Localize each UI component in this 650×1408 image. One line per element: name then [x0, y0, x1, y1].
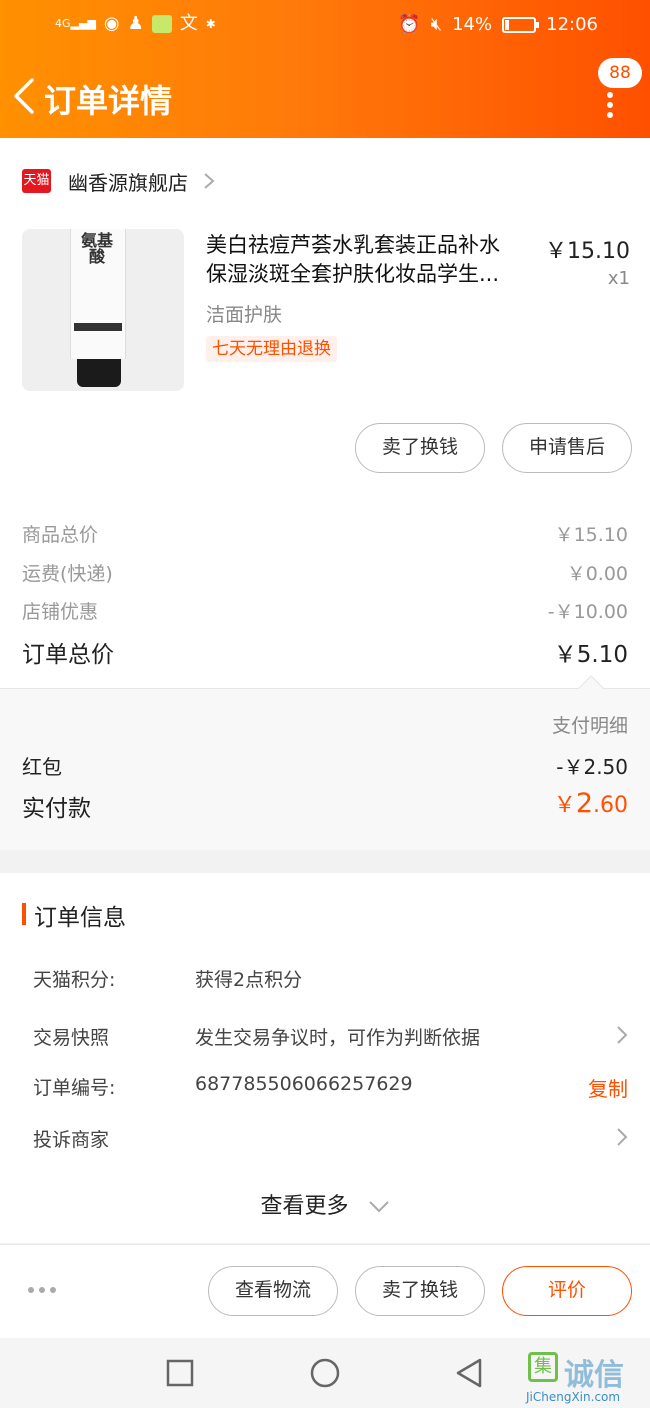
order-number-label: 订单编号: [33, 1077, 116, 1099]
product-title-line1: 美白祛痘芦荟水乳套装正品补水 [206, 233, 500, 257]
shop-link[interactable]: 天猫 幽香源旗舰店 [22, 166, 216, 196]
order-total-label: 订单总价 [22, 642, 114, 668]
red-packet-row: 红包 -￥2.50 [22, 751, 628, 780]
review-button[interactable]: 评价 [502, 1266, 632, 1316]
payment-details-box: 支付明细 红包 -￥2.50 实付款 ￥2.60 [0, 675, 650, 850]
bug-icon: ✱ [205, 17, 216, 31]
price-row-subtotal: 商品总价 ￥15.10 [22, 520, 628, 550]
price-row-shipping: 运费(快递) ￥0.00 [22, 559, 628, 589]
red-packet-value: -￥2.50 [556, 755, 628, 779]
home-icon[interactable] [309, 1357, 341, 1389]
snapshot-value: 发生交易争议时，可作为判断依据 [195, 1027, 481, 1049]
more-menu-icon[interactable] [606, 92, 614, 118]
sell-button-bottom[interactable]: 卖了换钱 [355, 1266, 485, 1316]
snapshot-row[interactable]: 交易快照 发生交易争议时，可作为判断依据 [33, 1023, 628, 1053]
tmall-logo: 天猫 [22, 169, 51, 193]
tube-cap [77, 359, 121, 387]
shipping-label: 运费(快递) [22, 563, 113, 585]
chevron-right-icon [617, 1128, 628, 1146]
battery-percent: 14% [452, 14, 493, 35]
clock: 12:06 [546, 14, 598, 35]
order-info-card: 订单信息 天猫积分: 获得2点积分 交易快照 发生交易争议时，可作为判断依据 订… [0, 873, 650, 1243]
complain-row[interactable]: 投诉商家 [33, 1125, 628, 1155]
section-title: 订单信息 [34, 905, 126, 931]
after-sales-button[interactable]: 申请售后 [502, 423, 632, 473]
return-policy-tag: 七天无理由退换 [206, 336, 337, 362]
product-image-text: 氨基酸 [80, 231, 113, 266]
wechat-icon [151, 15, 172, 33]
order-total-row: 订单总价 ￥5.10 [22, 635, 628, 671]
see-more-label: 查看更多 [260, 1194, 349, 1219]
order-total-value: ￥5.10 [553, 642, 628, 668]
qq-icon: ♟ [127, 13, 144, 34]
red-packet-label: 红包 [22, 755, 62, 779]
amount-paid-row: 实付款 ￥2.60 [22, 787, 628, 823]
product-spec: 洁面护肤 [206, 304, 283, 326]
page-title: 订单详情 [44, 82, 173, 120]
payment-detail-link[interactable]: 支付明细 [552, 711, 628, 738]
system-nav-bar: 集 诚信 JiChengXin.com [0, 1338, 650, 1408]
eye-icon: ◉ [103, 13, 120, 34]
amount-paid-value: ￥2.60 [554, 787, 628, 819]
watermark-logo: 集 诚信 JiChengXin.com [524, 1348, 644, 1404]
chevron-down-icon [368, 1201, 389, 1213]
app-text-icon: 文 [179, 13, 198, 34]
discount-label: 店铺优惠 [22, 601, 99, 623]
watermark-mark: 集 [528, 1352, 558, 1382]
battery-fill [505, 19, 510, 30]
bottom-action-bar: 查看物流 卖了换钱 评价 [0, 1244, 650, 1338]
product-image[interactable]: 氨基酸 [22, 229, 184, 391]
paid-currency: ￥ [553, 793, 576, 818]
discount-value: -￥10.00 [547, 601, 628, 623]
chevron-right-icon [204, 173, 215, 189]
alarm-icon: ⏰ [398, 13, 421, 35]
copy-order-number-button[interactable]: 复制 [588, 1073, 628, 1102]
subtotal-value: ￥15.10 [554, 524, 628, 546]
product-title[interactable]: 美白祛痘芦荟水乳套装正品补水 保湿淡斑全套护肤化妆品学生... [206, 231, 541, 289]
shop-name: 幽香源旗舰店 [68, 170, 188, 195]
paid-decimal: .60 [593, 793, 628, 818]
top-header: 4G▂▄▆ ◉ ♟ 文 ✱ ⏰ 🔇︎ 14% 12:06 订单详情 88 [0, 0, 650, 138]
points-row: 天猫积分: 获得2点积分 [33, 965, 628, 995]
order-number-value: 687785506066257629 [195, 1073, 413, 1095]
order-card: 天猫 幽香源旗舰店 氨基酸 美白祛痘芦荟水乳套装正品补水 保湿淡斑全套护肤化妆品… [0, 138, 650, 850]
points-value: 获得2点积分 [195, 969, 303, 991]
recent-apps-icon[interactable] [166, 1359, 194, 1387]
order-number-row: 订单编号: 687785506066257629 复制 [33, 1073, 628, 1103]
tube-label-band [74, 323, 122, 331]
watermark-text: 诚信 [564, 1358, 624, 1393]
network-type: 4G [55, 17, 71, 30]
shipping-value: ￥0.00 [566, 563, 628, 585]
paid-integer: 2 [575, 788, 593, 819]
back-nav-icon[interactable] [454, 1357, 484, 1389]
message-count-badge[interactable]: 88 [598, 58, 642, 88]
see-more-button[interactable]: 查看更多 [0, 1188, 650, 1220]
chevron-right-icon [617, 1026, 628, 1044]
battery-icon [502, 16, 540, 33]
product-quantity: x1 [607, 268, 630, 289]
price-row-discount: 店铺优惠 -￥10.00 [22, 597, 628, 627]
amount-paid-label: 实付款 [22, 796, 91, 822]
view-logistics-button[interactable]: 查看物流 [208, 1266, 338, 1316]
product-price: ￥15.10 [545, 239, 630, 264]
signal-icon: 4G▂▄▆ [55, 17, 96, 30]
snapshot-label: 交易快照 [33, 1027, 110, 1049]
more-actions-icon[interactable] [28, 1287, 56, 1293]
section-accent-bar [22, 903, 26, 925]
complain-label: 投诉商家 [33, 1129, 110, 1151]
product-title-line2: 保湿淡斑全套护肤化妆品学生... [206, 262, 500, 286]
back-arrow-icon[interactable] [10, 76, 40, 116]
status-bar: 4G▂▄▆ ◉ ♟ 文 ✱ ⏰ 🔇︎ 14% 12:06 [0, 10, 650, 42]
pay-box-notch [578, 675, 604, 701]
mute-icon: 🔇︎ [430, 13, 443, 35]
points-label: 天猫积分: [33, 969, 116, 991]
sell-button[interactable]: 卖了换钱 [355, 423, 485, 473]
watermark-url: JiChengXin.com [526, 1390, 621, 1404]
subtotal-label: 商品总价 [22, 524, 99, 546]
